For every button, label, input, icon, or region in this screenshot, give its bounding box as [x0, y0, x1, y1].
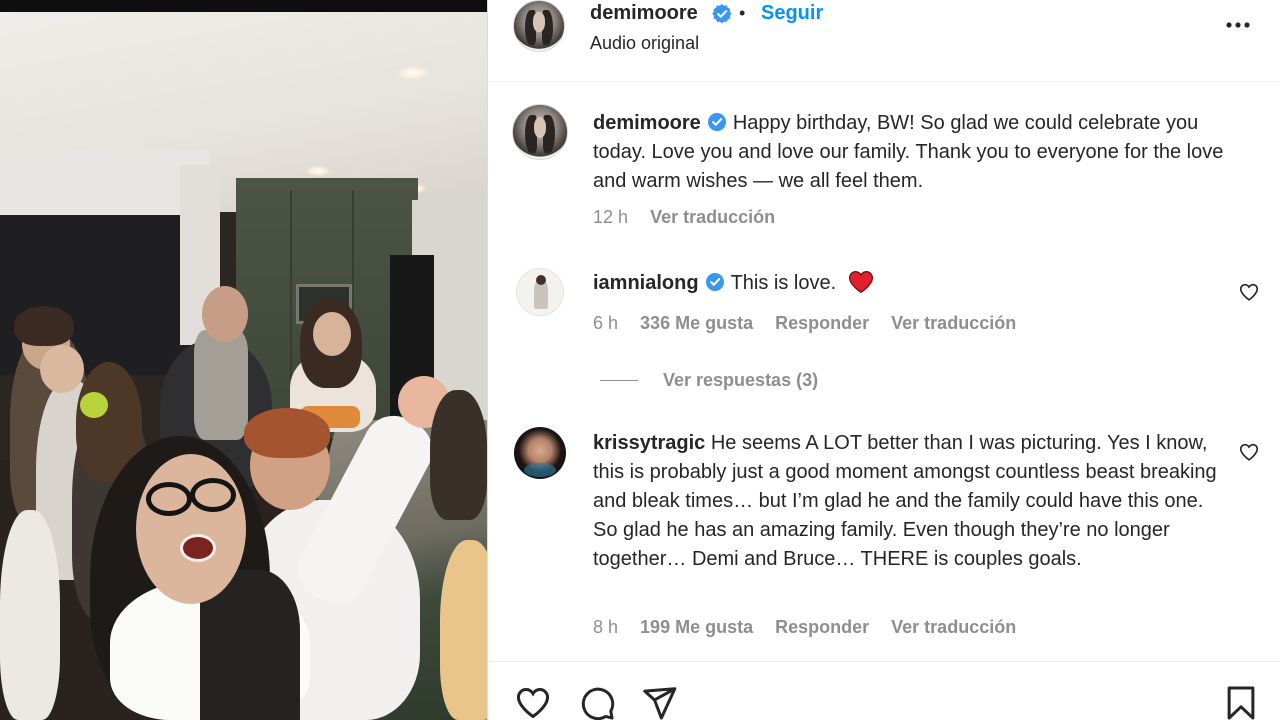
glasses — [146, 482, 192, 516]
open-mouth — [180, 534, 216, 562]
hair-clip — [80, 392, 108, 418]
comment-body: This is love. — [730, 272, 837, 294]
comment-meta: 6 h 336 Me gusta Responder Ver traducció… — [593, 313, 1033, 334]
comment-avatar[interactable] — [516, 268, 564, 316]
caption-username[interactable]: demimoore — [593, 112, 701, 134]
red-heart-emoji-icon — [848, 271, 873, 294]
reply-link[interactable]: Responder — [775, 617, 869, 637]
person — [440, 540, 487, 720]
comment-icon[interactable] — [578, 684, 616, 720]
ceiling-light — [306, 166, 330, 176]
bookmark-icon[interactable] — [1222, 684, 1260, 720]
comment-time[interactable]: 8 h — [593, 617, 618, 637]
caption-meta: 12 h Ver traducción — [593, 207, 792, 228]
person-head — [202, 286, 248, 342]
reply-link[interactable]: Responder — [775, 313, 869, 333]
post-panel: demimoore • Seguir Audio original demimo… — [487, 0, 1280, 720]
action-bar — [488, 661, 1280, 720]
comment-avatar[interactable] — [514, 427, 566, 479]
verified-badge-icon — [712, 4, 732, 24]
verified-badge-icon — [705, 273, 724, 291]
more-options-icon[interactable] — [1223, 10, 1253, 40]
person-hair — [244, 408, 330, 458]
caption-translate-link[interactable]: Ver traducción — [650, 207, 775, 227]
like-comment-icon[interactable] — [1238, 281, 1260, 303]
replies-divider — [600, 380, 638, 381]
comment-likes[interactable]: 199 Me gusta — [640, 617, 753, 637]
caption-time[interactable]: 12 h — [593, 207, 628, 227]
post-header: demimoore • Seguir Audio original — [488, 0, 1280, 82]
like-comment-icon[interactable] — [1238, 441, 1260, 463]
author-avatar[interactable] — [513, 0, 565, 52]
heart-icon[interactable] — [514, 684, 552, 720]
comment-time[interactable]: 6 h — [593, 313, 618, 333]
person — [0, 510, 60, 720]
ceiling-light — [396, 66, 430, 80]
follow-button[interactable]: Seguir — [761, 2, 823, 25]
person-face — [136, 454, 246, 604]
person — [430, 390, 487, 520]
verified-badge-icon — [707, 113, 726, 131]
comment-username[interactable]: krissytragic — [593, 432, 705, 454]
caption-text: demimoore Happy birthday, BW! So glad we… — [593, 109, 1243, 196]
view-replies-link[interactable]: Ver respuestas (3) — [663, 370, 818, 391]
scarf — [194, 330, 248, 440]
person-head — [40, 345, 84, 393]
comment-text: krissytragic He seems A LOT better than … — [593, 429, 1233, 574]
avatar-face — [533, 12, 545, 32]
comment-meta: 8 h 199 Me gusta Responder Ver traducció… — [593, 617, 1033, 638]
author-username[interactable]: demimoore — [590, 2, 698, 25]
media-top-bar — [0, 0, 487, 12]
person-hair — [14, 306, 74, 346]
avatar-figure-head — [536, 275, 546, 285]
avatar-highlight — [524, 463, 556, 477]
person-head — [313, 312, 351, 356]
audio-label[interactable]: Audio original — [590, 33, 699, 54]
translate-link[interactable]: Ver traducción — [891, 617, 1016, 637]
comment-text: iamnialong This is love. — [593, 269, 1193, 298]
caption-avatar[interactable] — [512, 104, 568, 160]
share-icon[interactable] — [640, 684, 678, 720]
separator-dot: • — [739, 3, 746, 23]
post-media[interactable] — [0, 0, 487, 720]
comment-username[interactable]: iamnialong — [593, 272, 699, 294]
comment-likes[interactable]: 336 Me gusta — [640, 313, 753, 333]
glasses — [190, 478, 236, 512]
translate-link[interactable]: Ver traducción — [891, 313, 1016, 333]
